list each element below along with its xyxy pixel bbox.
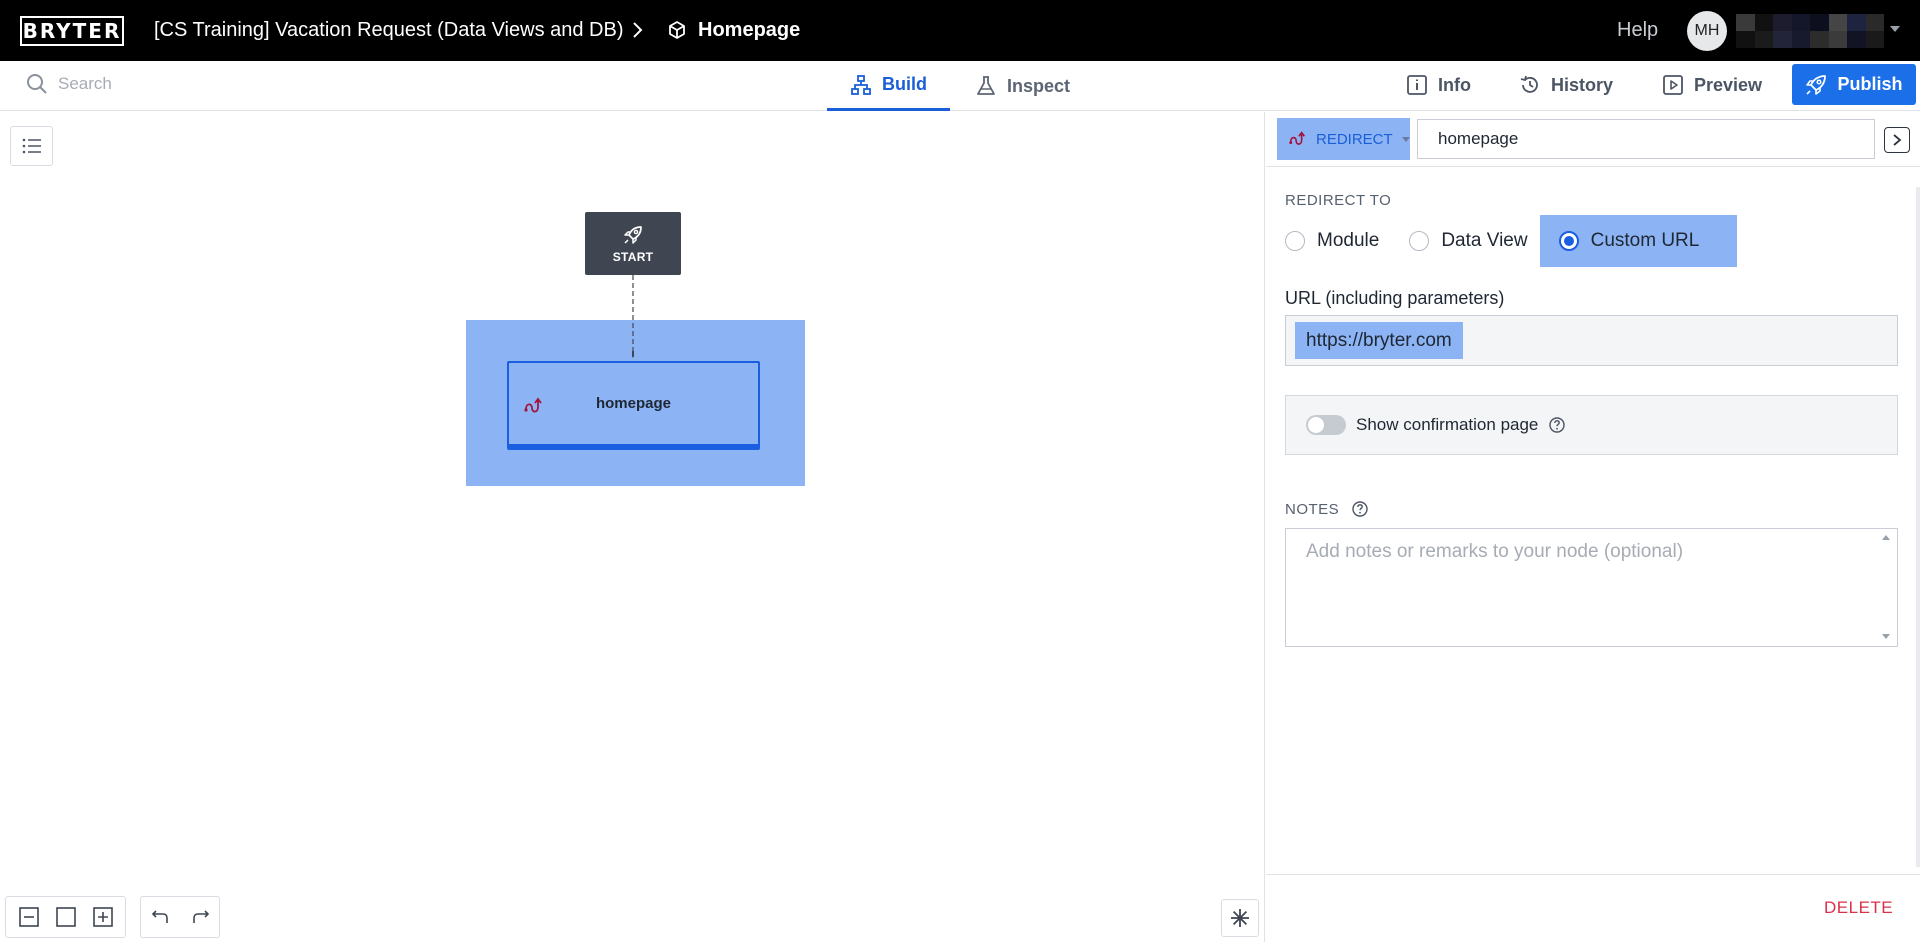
help-circle-icon[interactable]: [1351, 500, 1369, 518]
tab-inspect[interactable]: Inspect: [975, 61, 1070, 111]
notes-textarea[interactable]: [1285, 528, 1898, 647]
history-button[interactable]: History: [1519, 74, 1613, 96]
radio-module[interactable]: Module: [1285, 215, 1379, 267]
search-box: [26, 73, 358, 95]
breadcrumb-page-title: Homepage: [698, 19, 801, 41]
node-type-label: REDIRECT: [1316, 130, 1393, 148]
flask-icon: [975, 75, 997, 97]
radio-data-view[interactable]: Data View: [1409, 215, 1528, 267]
radio-circle-selected[interactable]: [1558, 231, 1579, 251]
outline-toggle-button[interactable]: [10, 126, 53, 166]
node-label: homepage: [595, 395, 671, 412]
info-button[interactable]: Info: [1406, 74, 1471, 96]
caret-down-icon[interactable]: [1888, 22, 1902, 36]
redirect-to-title: REDIRECT TO: [1285, 192, 1392, 209]
tab-build-label: Build: [882, 74, 927, 94]
top-bar: BRYTER [CS Training] Vacation Request (D…: [0, 0, 1920, 61]
panel-footer-divider: [1266, 874, 1920, 875]
start-node[interactable]: START: [585, 212, 681, 275]
node-type-dropdown[interactable]: REDIRECT: [1277, 118, 1410, 160]
start-node-label: START: [612, 249, 654, 264]
search-icon: [26, 73, 48, 95]
auto-layout-button[interactable]: [1221, 899, 1259, 937]
preview-button[interactable]: Preview: [1662, 74, 1762, 96]
rocket-icon: [1805, 74, 1827, 96]
user-name-redacted[interactable]: [1736, 14, 1884, 48]
undo-icon[interactable]: [151, 907, 171, 927]
asterisk-icon: [1229, 907, 1251, 929]
cube-icon: [667, 20, 687, 40]
zoom-in-icon[interactable]: [92, 906, 114, 928]
preview-label: Preview: [1694, 74, 1763, 95]
confirmation-page-label: Show confirmation page: [1356, 415, 1539, 434]
notes-title: NOTES: [1285, 500, 1340, 518]
tab-build[interactable]: Build: [827, 61, 950, 111]
undo-redo-controls: [140, 896, 220, 938]
redirect-node-homepage[interactable]: homepage: [507, 361, 760, 450]
delete-node-button[interactable]: DELETE: [1824, 898, 1893, 918]
radio-module-label: Module: [1317, 230, 1380, 251]
radio-circle[interactable]: [1285, 231, 1305, 251]
zoom-controls: [5, 896, 126, 938]
panel-header: REDIRECT: [1266, 112, 1920, 167]
notes-section: NOTES: [1285, 500, 1369, 518]
help-link[interactable]: Help: [1617, 19, 1658, 42]
radio-data-view-label: Data View: [1441, 230, 1528, 251]
search-input[interactable]: [58, 74, 358, 94]
flow-canvas[interactable]: START homepage: [0, 112, 1265, 942]
hierarchy-icon: [850, 74, 872, 96]
redirect-target-options: Module Data View Custom URL: [1285, 215, 1738, 267]
history-label: History: [1551, 74, 1614, 95]
url-field-label: URL (including parameters): [1285, 288, 1505, 308]
panel-scrollbar[interactable]: [1916, 187, 1920, 867]
radio-custom-url[interactable]: Custom URL: [1539, 215, 1738, 267]
notes-scrollbar[interactable]: [1878, 533, 1894, 641]
redo-icon[interactable]: [190, 907, 210, 927]
url-input[interactable]: https://bryter.com: [1285, 315, 1898, 366]
info-icon: [1406, 74, 1428, 96]
info-label: Info: [1438, 74, 1471, 95]
radio-circle[interactable]: [1409, 231, 1430, 251]
list-icon: [21, 136, 43, 156]
node-name-input[interactable]: [1417, 119, 1875, 159]
publish-button[interactable]: Publish: [1792, 64, 1916, 105]
rocket-icon: [622, 224, 644, 246]
collapse-panel-button[interactable]: [1884, 127, 1910, 153]
editor-toolbar: Build Inspect Info History Preview: [0, 61, 1920, 111]
history-icon: [1519, 74, 1541, 96]
fit-to-screen-icon[interactable]: [55, 906, 77, 928]
node-properties-panel: REDIRECT REDIRECT TO Module Data View Cu…: [1266, 112, 1920, 942]
radio-custom-url-label: Custom URL: [1590, 230, 1700, 251]
publish-label: Publish: [1837, 74, 1903, 94]
caret-down-icon: [1401, 134, 1411, 144]
play-icon: [1662, 74, 1684, 96]
help-circle-icon[interactable]: [1548, 416, 1566, 434]
chevron-right-icon: [1891, 133, 1903, 147]
confirmation-page-toggle[interactable]: [1306, 415, 1346, 435]
connector-line: [632, 275, 634, 358]
tab-inspect-label: Inspect: [1007, 75, 1071, 96]
avatar[interactable]: MH: [1687, 11, 1727, 51]
confirmation-page-setting: Show confirmation page: [1285, 395, 1898, 455]
url-value[interactable]: https://bryter.com: [1295, 322, 1463, 359]
bryter-logo[interactable]: BRYTER: [20, 16, 124, 46]
zoom-out-icon[interactable]: [18, 906, 40, 928]
breadcrumb-app-title[interactable]: [CS Training] Vacation Request (Data Vie…: [154, 19, 624, 42]
chevron-right-icon: [630, 20, 646, 40]
redirect-icon: [1288, 129, 1308, 149]
